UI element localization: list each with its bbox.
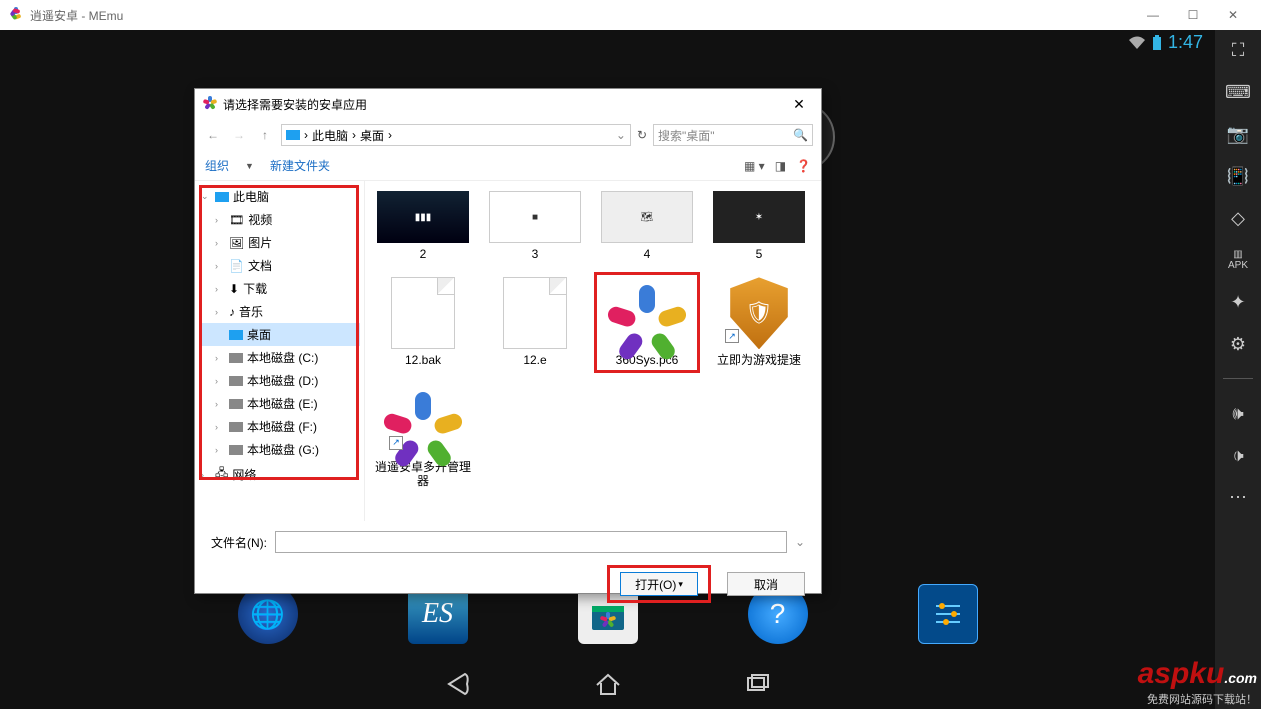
dialog-close-button[interactable]: ✕	[785, 96, 813, 113]
recent-icon[interactable]	[743, 669, 773, 699]
titlebar: 逍遥安卓 - MEmu — ☐ ✕	[0, 0, 1261, 30]
filename-input[interactable]	[275, 531, 787, 553]
file-12e[interactable]: 12.e	[483, 273, 587, 371]
file-thumb-3[interactable]: ■3	[483, 187, 587, 265]
battery-icon	[1152, 35, 1162, 51]
tree-downloads[interactable]: ›⬇ 下载	[199, 277, 360, 300]
more-icon[interactable]: ⋯	[1226, 485, 1250, 509]
minimize-button[interactable]: —	[1133, 0, 1173, 30]
file-12bak[interactable]: 12.bak	[371, 273, 475, 371]
file-memu-multi[interactable]: ↗ 逍遥安卓多开管理器	[371, 380, 475, 493]
dialog-logo-icon	[203, 96, 217, 113]
back-icon[interactable]	[443, 669, 473, 699]
android-navbar	[0, 659, 1215, 709]
new-folder-button[interactable]: 新建文件夹	[270, 157, 330, 174]
nav-back-button[interactable]: ←	[203, 128, 223, 142]
organize-button[interactable]: 组织	[205, 157, 229, 174]
window-title: 逍遥安卓 - MEmu	[30, 7, 123, 24]
keyboard-icon[interactable]: ⌨	[1226, 80, 1250, 104]
settings-icon[interactable]	[918, 584, 978, 644]
filename-label: 文件名(N):	[211, 534, 267, 551]
nav-up-button[interactable]: ↑	[255, 128, 275, 142]
monitor-icon	[286, 130, 300, 140]
shake-icon[interactable]: 📳	[1226, 164, 1250, 188]
open-button[interactable]: 打开(O) ▾	[620, 572, 698, 596]
search-icon: 🔍	[793, 128, 808, 142]
file-thumb-4[interactable]: 🗺4	[595, 187, 699, 265]
refresh-icon[interactable]: ↻	[637, 128, 647, 142]
cancel-button[interactable]: 取消	[727, 572, 805, 596]
camera-icon[interactable]: 📷	[1226, 122, 1250, 146]
file-open-dialog: 请选择需要安装的安卓应用 ✕ ← → ↑ › 此电脑 › 桌面 › ⌄ ↻	[194, 88, 822, 594]
file-list: ▮▮▮2 ■3 🗺4 ✶5 12.bak 12.e 360Sys.pc6 🛡 ↗	[365, 181, 821, 521]
tree-videos[interactable]: ›🎞 视频	[199, 208, 360, 231]
tree-documents[interactable]: ›📄 文档	[199, 254, 360, 277]
watermark: aspku.com 免费网站源码下载站！	[1138, 657, 1257, 707]
fullscreen-icon[interactable]: ⛶	[1226, 38, 1250, 62]
maximize-button[interactable]: ☐	[1173, 0, 1213, 30]
app-logo-icon	[8, 6, 24, 25]
clean-icon[interactable]: ✦	[1226, 290, 1250, 314]
tree-drive-d[interactable]: › 本地磁盘 (D:)	[199, 369, 360, 392]
file-thumb-2[interactable]: ▮▮▮2	[371, 187, 475, 265]
home-icon[interactable]	[593, 669, 623, 699]
close-button[interactable]: ✕	[1213, 0, 1253, 30]
tree-pictures[interactable]: ›🖼 图片	[199, 231, 360, 254]
file-thumb-5[interactable]: ✶5	[707, 187, 811, 265]
breadcrumb[interactable]: › 此电脑 › 桌面 › ⌄	[281, 124, 631, 146]
volume-up-icon[interactable]: 🕪	[1226, 401, 1250, 425]
gear-icon[interactable]: ⚙	[1226, 332, 1250, 356]
wifi-icon	[1128, 36, 1146, 50]
nav-tree: ⌄ 此电脑 ›🎞 视频 ›🖼 图片 ›📄 文档 ›⬇ 下载 ›♪ 音乐 桌面 ›…	[195, 181, 365, 521]
search-input[interactable]: 搜索"桌面" 🔍	[653, 124, 813, 146]
dialog-title: 请选择需要安装的安卓应用	[223, 96, 367, 113]
volume-down-icon[interactable]: 🕩	[1226, 443, 1250, 467]
tree-drive-f[interactable]: › 本地磁盘 (F:)	[199, 415, 360, 438]
crumb-current[interactable]: 桌面	[360, 127, 384, 144]
android-statusbar: 1:47	[1128, 32, 1203, 53]
memu-side-toolbar: ⛶ ⌨ 📷 📳 ◇ ▥APK ✦ ⚙ 🕪 🕩 ⋯	[1215, 30, 1261, 709]
annotation-red-box-open: 打开(O) ▾	[607, 565, 711, 603]
tree-drive-c[interactable]: › 本地磁盘 (C:)	[199, 346, 360, 369]
tree-this-pc[interactable]: ⌄ 此电脑	[199, 185, 360, 208]
tree-music[interactable]: ›♪ 音乐	[199, 300, 360, 323]
help-icon[interactable]: ❓	[796, 159, 811, 173]
clock-text: 1:47	[1168, 32, 1203, 53]
file-360sys[interactable]: 360Sys.pc6	[595, 273, 699, 371]
tree-desktop[interactable]: 桌面	[199, 323, 360, 346]
view-mode-button[interactable]: ▦ ▾	[744, 159, 765, 173]
preview-pane-button[interactable]: ◨	[775, 159, 786, 173]
rotate-icon[interactable]: ◇	[1226, 206, 1250, 230]
apk-label: APK	[1228, 260, 1248, 271]
apk-icon[interactable]: ▥APK	[1226, 248, 1250, 272]
shortcut-arrow-icon: ↗	[389, 436, 403, 450]
file-gamespeed[interactable]: 🛡 ↗ 立即为游戏提速	[707, 273, 811, 371]
shortcut-arrow-icon: ↗	[725, 329, 739, 343]
tree-network[interactable]: ›🖧 网络	[199, 461, 360, 488]
crumb-root[interactable]: 此电脑	[312, 127, 348, 144]
search-placeholder: 搜索"桌面"	[658, 127, 715, 144]
tree-drive-e[interactable]: › 本地磁盘 (E:)	[199, 392, 360, 415]
nav-fwd-button[interactable]: →	[229, 128, 249, 142]
tree-drive-g[interactable]: › 本地磁盘 (G:)	[199, 438, 360, 461]
